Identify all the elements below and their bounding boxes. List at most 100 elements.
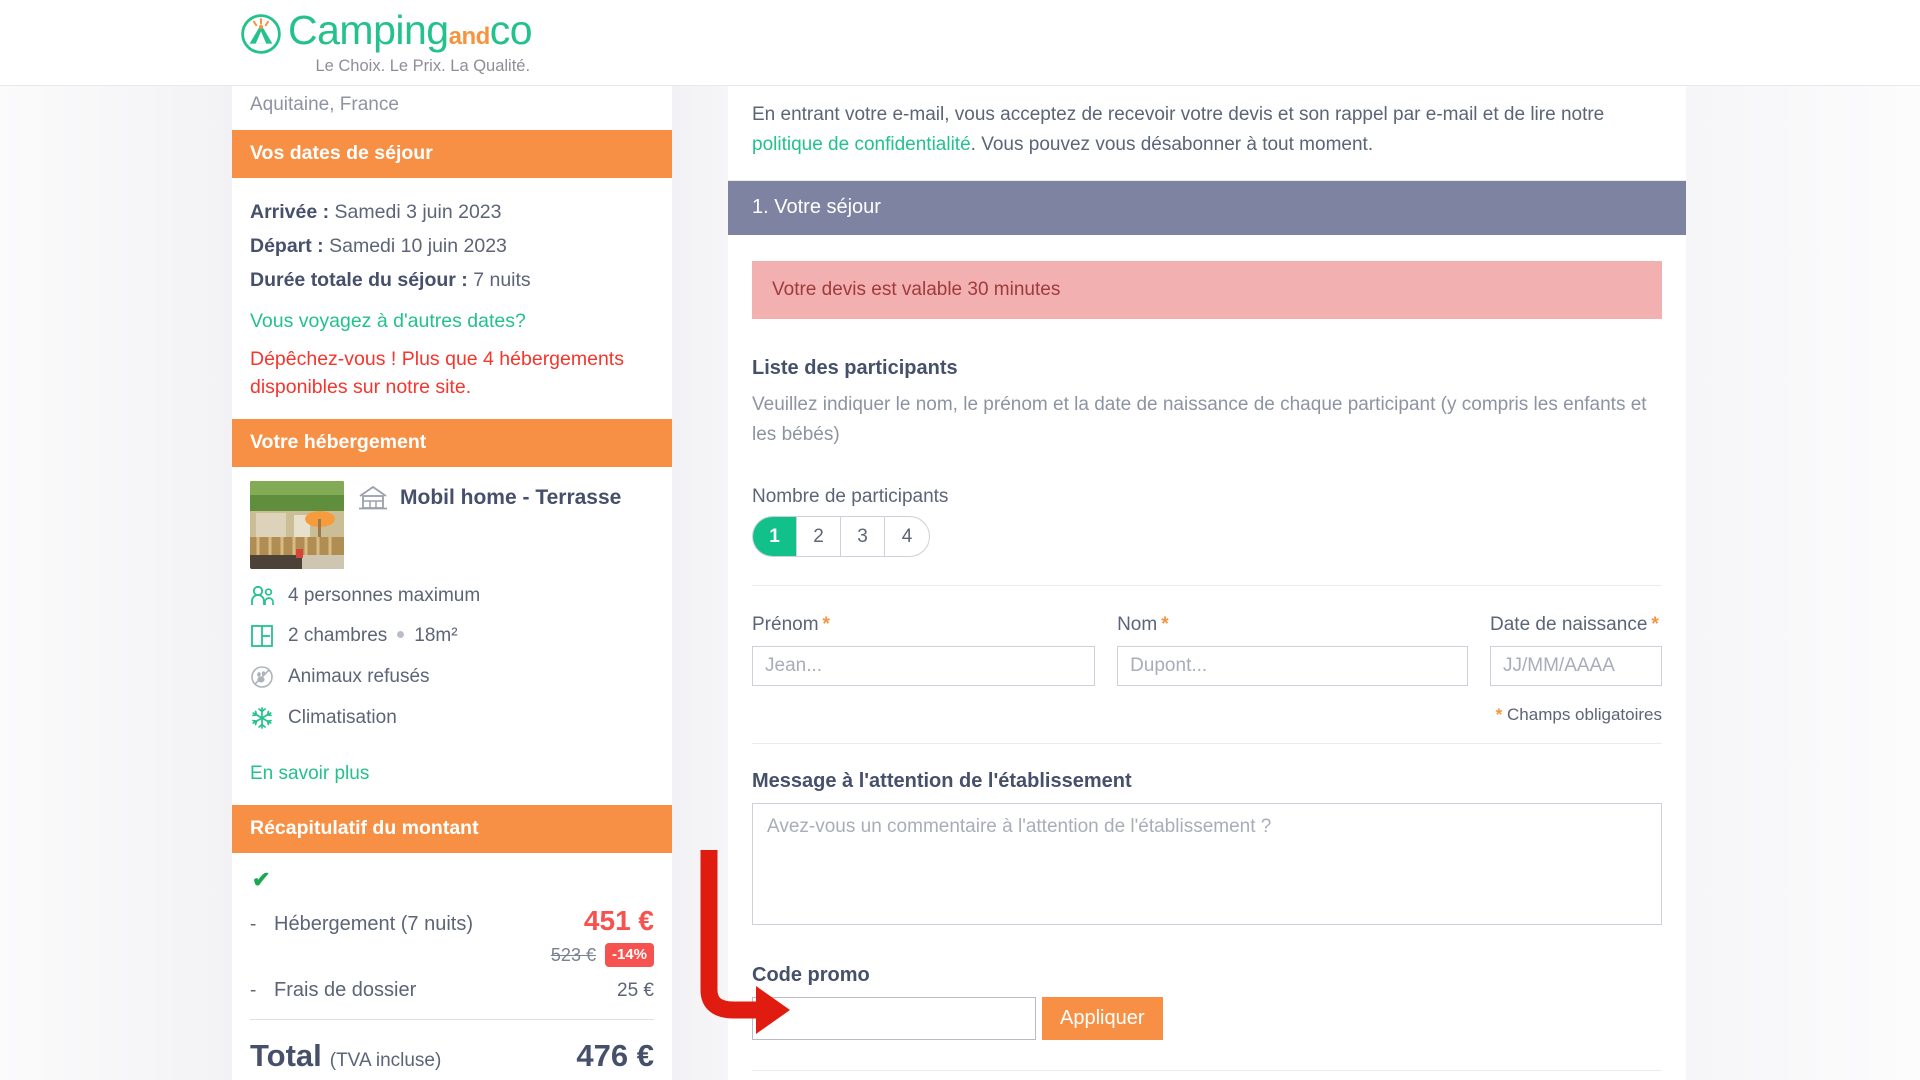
fees-row-dash: - — [250, 980, 257, 1001]
stay-section-body: Liste des participants Veuillez indiquer… — [728, 357, 1686, 1071]
participants-count-label: Nombre de participants — [752, 486, 949, 507]
logo-and-text: and — [448, 23, 491, 50]
site-header: Campingandco Le Choix. Le Prix. La Quali… — [0, 0, 1920, 86]
accommodation-section-header: Votre hébergement — [232, 419, 672, 467]
fees-row-label: Frais de dossier — [274, 979, 417, 1001]
amenity-rooms: 2 chambres 18m² — [250, 624, 654, 648]
booking-summary-sidebar: Aquitaine, France Vos dates de séjour Ar… — [232, 86, 672, 1080]
floorplan-icon — [250, 624, 282, 648]
logo-wordmark: Campingandco — [288, 7, 533, 59]
total-label: Total — [250, 1038, 322, 1073]
location-text: Aquitaine, France — [250, 94, 399, 115]
mobile-home-photo — [250, 481, 344, 569]
logo-co-text: co — [489, 7, 533, 53]
amenity-surface-text: 18m² — [414, 625, 458, 646]
arrival-value: Samedi 3 juin 2023 — [334, 201, 502, 223]
price-original-amount: 523 € — [550, 944, 596, 965]
total-amount: 476 € — [576, 1038, 654, 1073]
privacy-notice: En entrant votre e-mail, vous acceptez d… — [728, 86, 1686, 181]
required-note-star: * — [1495, 705, 1503, 724]
bottom-divider — [752, 1070, 1662, 1071]
participant-fields-row: Prénom* Nom* Date de naissance* — [752, 586, 1662, 686]
accommodation-thumbnail[interactable] — [250, 481, 344, 569]
privacy-text-before: En entrant votre e-mail, vous acceptez d… — [752, 104, 1605, 125]
cabin-icon — [359, 485, 387, 510]
separator-dot — [397, 631, 405, 638]
amenity-ac: Climatisation — [250, 706, 654, 730]
arrival-row: Arrivée : Samedi 3 juin 2023 — [250, 201, 654, 224]
birthdate-required-star: * — [1651, 614, 1659, 635]
lastname-input[interactable] — [1117, 646, 1468, 686]
total-tax-note: (TVA incluse) — [329, 1050, 442, 1071]
camping-tent-logo-icon — [241, 13, 281, 54]
no-pets-icon — [250, 665, 282, 689]
price-section-body: ✔ - Hébergement (7 nuits) 451 € 523 € -1… — [232, 853, 672, 1074]
accommodation-title-row: Mobil home - Terrasse — [358, 481, 621, 511]
departure-row: Départ : Samedi 10 juin 2023 — [250, 235, 654, 258]
accommodation-top: Mobil home - Terrasse — [232, 467, 672, 569]
firstname-required-star: * — [822, 614, 830, 635]
learn-more-link[interactable]: En savoir plus — [232, 753, 672, 805]
promo-code-row: Appliquer — [752, 997, 1662, 1040]
booking-form-panel: En entrant votre e-mail, vous acceptez d… — [728, 86, 1686, 1080]
site-logo[interactable]: Campingandco Le Choix. Le Prix. La Quali… — [240, 7, 533, 76]
quote-validity-alert: Votre devis est valable 30 minutes — [752, 261, 1662, 319]
birthdate-input[interactable] — [1490, 646, 1662, 686]
price-row-accommodation: - Hébergement (7 nuits) 451 € — [250, 905, 654, 937]
participant-count-option-2[interactable]: 2 — [797, 517, 841, 556]
birthdate-label-text: Date de naissance — [1490, 614, 1648, 635]
other-dates-link[interactable]: Vous voyagez à d'autres dates? — [250, 310, 654, 333]
duration-row: Durée totale du séjour : 7 nuits — [250, 269, 654, 292]
dates-section-body: Arrivée : Samedi 3 juin 2023 Départ : Sa… — [232, 178, 672, 419]
amenity-capacity: 4 personnes maximum — [250, 585, 654, 607]
price-divider — [250, 1019, 654, 1020]
accommodation-name: Mobil home - Terrasse — [400, 486, 622, 509]
section-header-stay: 1. Votre séjour — [728, 181, 1686, 235]
lastname-label: Nom * — [1117, 614, 1468, 636]
people-icon — [250, 585, 282, 607]
firstname-label-text: Prénom — [752, 614, 819, 635]
price-row-label: Hébergement (7 nuits) — [274, 913, 473, 935]
price-row-amount: 451 € — [583, 905, 654, 936]
price-row-dash: - — [250, 914, 257, 935]
page-root: Campingandco Le Choix. Le Prix. La Quali… — [0, 0, 1920, 1080]
dates-section-header: Vos dates de séjour — [232, 130, 672, 178]
promo-code-label: Code promo — [752, 964, 870, 986]
amenity-ac-text: Climatisation — [288, 707, 397, 728]
participants-title: Liste des participants — [752, 357, 958, 379]
departure-value: Samedi 10 juin 2023 — [329, 235, 507, 257]
amenity-capacity-text: 4 personnes maximum — [288, 585, 481, 606]
logo-camping-text: Camping — [288, 7, 449, 53]
message-textarea[interactable] — [752, 803, 1662, 925]
snowflake-icon — [250, 706, 282, 730]
arrival-label: Arrivée : — [250, 201, 330, 223]
participants-count-selector[interactable]: 1 2 3 4 — [752, 516, 930, 557]
participant-count-option-4[interactable]: 4 — [885, 517, 929, 556]
price-section-header: Récapitulatif du montant — [232, 805, 672, 853]
promo-code-input[interactable] — [752, 997, 1036, 1040]
message-divider — [752, 743, 1662, 744]
discount-badge: -14% — [604, 943, 654, 967]
fees-row-amount: 25 € — [617, 980, 654, 1001]
amenity-pets: Animaux refusés — [250, 665, 654, 689]
required-fields-note: * Champs obligatoires — [752, 705, 1662, 725]
participant-count-option-1[interactable]: 1 — [753, 517, 797, 556]
price-discount-row: 523 € -14% — [250, 943, 654, 967]
duration-label: Durée totale du séjour : — [250, 269, 468, 291]
confirmation-check-icon: ✔ — [252, 867, 271, 892]
participants-help-text: Veuillez indiquer le nom, le prénom et l… — [752, 394, 1647, 445]
amenity-rooms-text: 2 chambres — [288, 625, 388, 646]
privacy-policy-link[interactable]: politique de confidentialité — [752, 134, 971, 155]
price-row-fees: - Frais de dossier 25 € — [250, 979, 654, 1002]
birthdate-label: Date de naissance * — [1490, 614, 1662, 636]
firstname-field-group: Prénom * — [752, 614, 1096, 686]
message-label: Message à l'attention de l'établissement — [752, 770, 1132, 792]
amenities-list: 4 personnes maximum 2 chambres 18m² Anim… — [232, 569, 672, 753]
apply-promo-button[interactable]: Appliquer — [1042, 997, 1163, 1040]
firstname-input[interactable] — [752, 646, 1096, 686]
lastname-label-text: Nom — [1117, 614, 1158, 635]
lastname-required-star: * — [1161, 614, 1169, 635]
birthdate-field-group: Date de naissance * — [1490, 614, 1662, 686]
participant-count-option-3[interactable]: 3 — [841, 517, 885, 556]
required-note-text: Champs obligatoires — [1507, 705, 1662, 724]
